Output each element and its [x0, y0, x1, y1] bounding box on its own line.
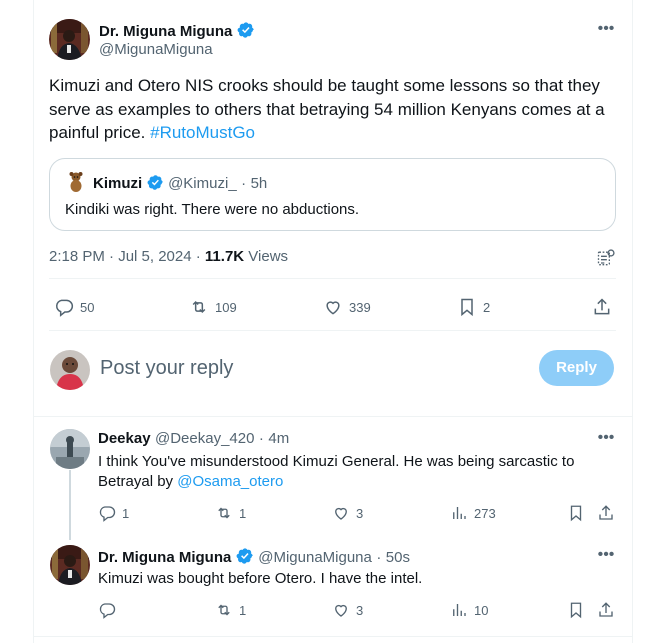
heart-icon — [335, 604, 347, 617]
analytics-icon[interactable] — [596, 248, 616, 273]
share-icon — [594, 298, 610, 315]
more-options-icon[interactable]: ••• — [596, 430, 616, 451]
retweet-icon — [218, 507, 230, 519]
bookmark-action[interactable] — [567, 601, 585, 619]
views-bar-chart-icon — [453, 604, 466, 616]
views-bar-chart-icon — [453, 507, 466, 519]
verified-badge-icon — [236, 548, 253, 564]
share-icon — [599, 602, 613, 617]
hashtag-link[interactable]: #RutoMustGo — [150, 123, 255, 142]
reply-author-handle[interactable]: @Deekay_420 — [155, 430, 254, 447]
reply-separator: · — [376, 549, 382, 566]
author-name[interactable]: Dr. Miguna Miguna — [99, 23, 232, 40]
reply-text: I think You've misunderstood Kimuzi Gene… — [98, 452, 618, 492]
quote-avatar — [66, 171, 86, 193]
mention-link[interactable]: @Osama_otero — [177, 473, 283, 490]
reply-time[interactable]: 50s — [386, 549, 410, 566]
heart-icon — [326, 301, 340, 315]
reply-action[interactable]: 50 — [54, 297, 94, 317]
views-count: 273 — [474, 505, 496, 521]
reply-header: Dr. Miguna Miguna @MigunaMiguna · 50s — [98, 547, 410, 567]
heart-icon — [335, 507, 347, 520]
views-action[interactable]: 10 — [450, 601, 488, 619]
bookmark-icon — [461, 298, 473, 317]
reply-input[interactable]: Post your reply — [100, 357, 233, 380]
retweet-icon — [218, 604, 230, 616]
retweet-icon — [192, 300, 206, 314]
reply-author-handle[interactable]: @MigunaMiguna — [258, 549, 372, 566]
reply-icon — [99, 603, 116, 619]
retweet-count: 109 — [215, 299, 237, 315]
like-count: 339 — [349, 299, 371, 315]
reply-author-name[interactable]: Dr. Miguna Miguna — [98, 549, 231, 566]
reply-count: 1 — [122, 505, 130, 521]
thread-line — [69, 470, 71, 540]
divider — [33, 636, 633, 637]
author-name-row: Dr. Miguna Miguna — [99, 21, 255, 41]
retweet-count: 1 — [239, 505, 247, 521]
divider — [49, 278, 616, 279]
views-count: 10 — [474, 602, 489, 618]
share-action[interactable] — [597, 601, 615, 619]
bookmark-icon — [570, 602, 582, 619]
quote-author-name[interactable]: Kimuzi — [93, 175, 142, 192]
like-action[interactable]: 3 — [332, 601, 363, 619]
like-count: 3 — [356, 602, 364, 618]
like-count: 3 — [356, 505, 364, 521]
like-action[interactable]: 3 — [332, 504, 363, 522]
reply-body: I think You've misunderstood Kimuzi Gene… — [98, 453, 575, 490]
reply-action[interactable] — [98, 601, 116, 619]
views-label: Views — [248, 248, 289, 265]
tweet-timestamp[interactable]: 2:18 PM · Jul 5, 2024 · — [49, 248, 201, 265]
reply-header: Deekay @Deekay_420 · 4m — [98, 430, 289, 448]
reply-separator: · — [258, 430, 264, 447]
quote-header: Kimuzi @Kimuzi_ · 5h — [93, 174, 267, 193]
retweet-action[interactable]: 1 — [215, 601, 246, 619]
quote-time[interactable]: 5h — [251, 175, 268, 192]
more-options-icon[interactable]: ••• — [596, 21, 616, 42]
reply-count: 50 — [80, 299, 95, 315]
quote-author-handle[interactable]: @Kimuzi_ — [168, 175, 237, 192]
retweet-action[interactable]: 1 — [215, 504, 246, 522]
reply-time[interactable]: 4m — [268, 430, 289, 447]
views-count: 11.7K — [204, 248, 245, 265]
reply-icon — [99, 506, 116, 522]
tweet-meta: 2:18 PM · Jul 5, 2024 · 11.7K Views — [49, 248, 288, 265]
reply-body: Kimuzi was bought before Otero. I have t… — [98, 570, 423, 587]
reply-avatar[interactable] — [50, 429, 90, 469]
user-avatar[interactable] — [50, 350, 90, 390]
retweet-count: 1 — [239, 602, 247, 618]
quote-text: Kindiki was right. There were no abducti… — [65, 201, 360, 218]
reply-icon — [56, 299, 74, 317]
share-icon — [599, 505, 613, 520]
author-handle[interactable]: @MigunaMiguna — [99, 41, 213, 58]
share-action[interactable] — [597, 504, 615, 522]
author-avatar[interactable] — [49, 19, 90, 60]
quoted-tweet[interactable]: Kimuzi @Kimuzi_ · 5h Kindiki was right. … — [49, 158, 616, 231]
views-action[interactable]: 273 — [450, 504, 496, 522]
reply-author-name[interactable]: Deekay — [98, 430, 151, 447]
tweet-body: Kimuzi and Otero NIS crooks should be ta… — [49, 76, 605, 142]
quote-separator: · — [241, 175, 247, 192]
verified-badge-icon — [147, 175, 163, 190]
more-options-icon[interactable]: ••• — [596, 547, 616, 568]
divider — [49, 330, 616, 331]
tweet-text: Kimuzi and Otero NIS crooks should be ta… — [49, 74, 624, 145]
bookmark-count: 2 — [483, 299, 491, 315]
reply-avatar[interactable] — [50, 545, 90, 585]
bookmark-action[interactable]: 2 — [457, 297, 490, 317]
share-action[interactable] — [592, 297, 612, 317]
reply-action[interactable]: 1 — [98, 504, 129, 522]
bookmark-icon — [570, 505, 582, 522]
verified-badge-icon — [237, 22, 254, 38]
divider — [33, 416, 633, 417]
retweet-action[interactable]: 109 — [189, 297, 237, 317]
bookmark-action[interactable] — [567, 504, 585, 522]
like-action[interactable]: 339 — [323, 297, 371, 317]
reply-button[interactable]: Reply — [539, 350, 614, 386]
